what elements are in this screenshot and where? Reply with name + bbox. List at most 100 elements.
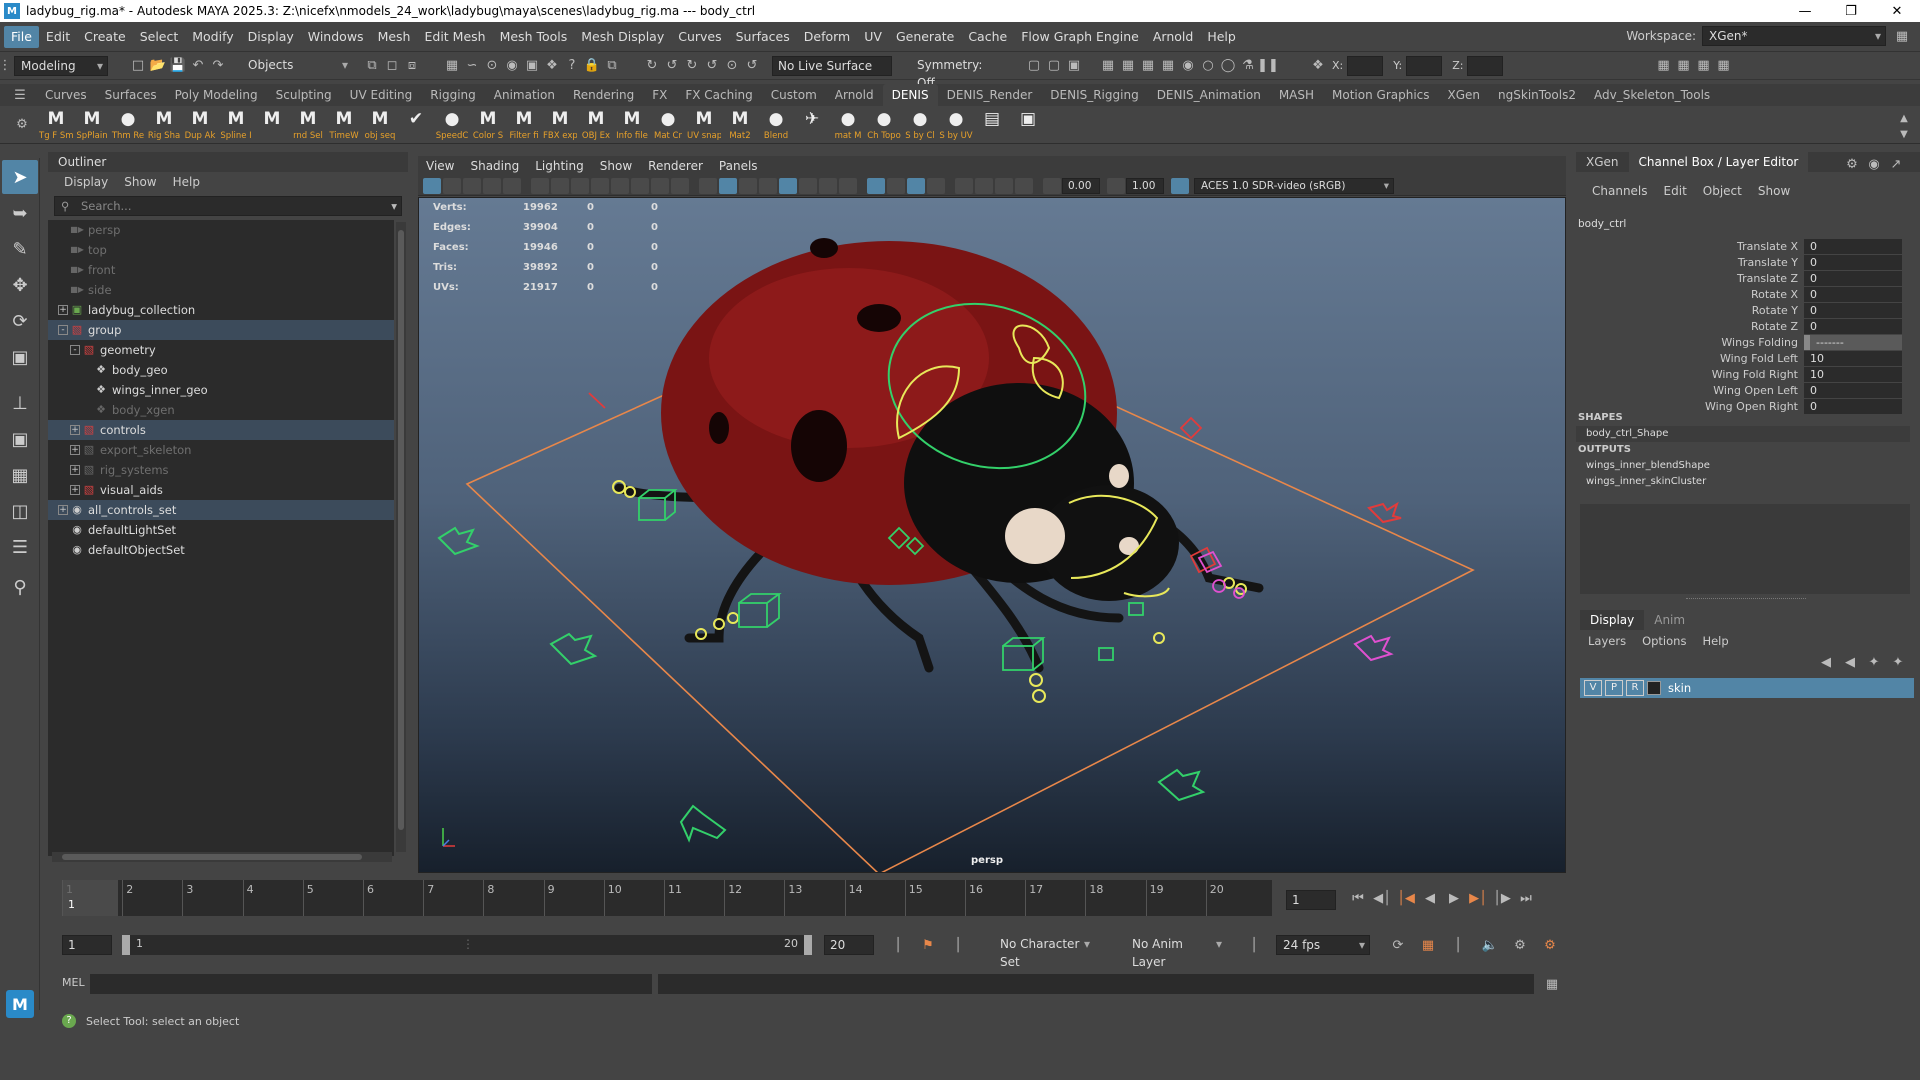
snap-surface-icon[interactable]: ▣ bbox=[522, 56, 542, 76]
command-input[interactable] bbox=[90, 974, 652, 994]
panel-toggle-icon[interactable]: ▦ bbox=[1892, 26, 1912, 46]
shelf-button[interactable]: M Color S bbox=[471, 109, 505, 141]
shelf-button[interactable]: ✔ bbox=[399, 109, 433, 141]
layer-menu-help[interactable]: Help bbox=[1694, 634, 1736, 648]
snap-curve-icon[interactable]: ∽ bbox=[462, 56, 482, 76]
outliner-item[interactable]: + ▧ export_skeleton bbox=[48, 440, 394, 460]
outliner-item[interactable]: ❖ body_xgen bbox=[48, 400, 394, 420]
field-chart-icon[interactable] bbox=[631, 177, 649, 194]
shelf-button[interactable]: ● S by UV bbox=[939, 109, 973, 141]
outliner-item[interactable]: + ▧ controls bbox=[48, 420, 394, 440]
gamma-icon[interactable] bbox=[1107, 177, 1125, 194]
outliner-vertical-scrollbar[interactable] bbox=[396, 222, 406, 852]
move-layer-down-icon[interactable]: ◀ bbox=[1840, 652, 1860, 672]
2d-pan-icon[interactable] bbox=[503, 177, 521, 194]
step-forward-key-icon[interactable]: ▶│ bbox=[1468, 888, 1488, 908]
shelf-settings-icon[interactable]: ⚙ bbox=[12, 115, 32, 135]
expand-toggle-icon[interactable]: + bbox=[70, 425, 80, 435]
textured-icon[interactable] bbox=[759, 177, 777, 194]
ipr-icon[interactable]: ▣ bbox=[1064, 56, 1084, 76]
fps-dropdown[interactable]: 24 fps bbox=[1276, 935, 1370, 955]
select-object-icon[interactable]: ◻ bbox=[382, 56, 402, 76]
menu-windows[interactable]: Windows bbox=[301, 26, 371, 48]
viewport-menu-panels[interactable]: Panels bbox=[711, 156, 766, 176]
channel-attribute[interactable]: Rotate Z 0 bbox=[1576, 318, 1916, 334]
show-tool-settings-icon[interactable]: ▦ bbox=[1118, 56, 1138, 76]
shelf-tab-uv-editing[interactable]: UV Editing bbox=[341, 84, 422, 106]
outliner-item[interactable]: ■▶ top bbox=[48, 240, 394, 260]
channel-attribute[interactable]: Wing Open Left 0 bbox=[1576, 382, 1916, 398]
shelf-tab-animation[interactable]: Animation bbox=[485, 84, 564, 106]
outliner-item[interactable]: + ◉ all_controls_set bbox=[48, 500, 394, 520]
safe-action-icon[interactable] bbox=[651, 177, 669, 194]
ambient-occlusion-icon[interactable] bbox=[819, 177, 837, 194]
time-ruler[interactable]: 12345678910111213141516171819201 bbox=[62, 880, 1272, 916]
attribute-editor-icon[interactable]: ▦ bbox=[1673, 56, 1693, 76]
step-forward-frame-icon[interactable]: │▶ bbox=[1492, 888, 1512, 908]
viewport-menu-shading[interactable]: Shading bbox=[462, 156, 527, 176]
render-frame-icon[interactable]: ▢ bbox=[1044, 56, 1064, 76]
shelf-tab-denis[interactable]: DENIS bbox=[882, 84, 938, 106]
channel-attribute-value[interactable]: 0 bbox=[1804, 398, 1902, 414]
sound-icon[interactable]: 🔈 bbox=[1480, 935, 1500, 955]
outliner-item[interactable]: - ▧ geometry bbox=[48, 340, 394, 360]
shelf-tab-rigging[interactable]: Rigging bbox=[421, 84, 484, 106]
color-management-icon[interactable] bbox=[1171, 177, 1189, 194]
undo-icon[interactable]: ↶ bbox=[188, 56, 208, 76]
shelf-tab-adv-skeleton-tools[interactable]: Adv_Skeleton_Tools bbox=[1585, 84, 1719, 106]
shelf-button[interactable]: ● mat M bbox=[831, 109, 865, 141]
float-panel-icon[interactable]: ↗ bbox=[1886, 154, 1906, 174]
menu-mesh-display[interactable]: Mesh Display bbox=[574, 26, 671, 48]
last-tool-icon[interactable]: ⊥ bbox=[2, 386, 38, 420]
channel-attribute-value[interactable]: 0 bbox=[1804, 302, 1902, 318]
menu-generate[interactable]: Generate bbox=[889, 26, 961, 48]
select-camera-icon[interactable] bbox=[955, 177, 973, 194]
animation-prefs-icon[interactable]: ⚙ bbox=[1510, 935, 1530, 955]
display-layer-row[interactable]: V P Rskin bbox=[1580, 678, 1914, 698]
xray-joints-icon[interactable] bbox=[887, 177, 905, 194]
range-end-field[interactable]: 20 bbox=[824, 935, 874, 955]
channel-attribute-value[interactable]: 10 bbox=[1804, 366, 1902, 382]
outliner-item[interactable]: ❖ body_geo bbox=[48, 360, 394, 380]
channel-attribute[interactable]: Wing Open Right 0 bbox=[1576, 398, 1916, 414]
select-tool-icon[interactable]: ➤ bbox=[2, 160, 38, 194]
bookmark-icon[interactable] bbox=[463, 177, 481, 194]
shelf-button[interactable]: Mrnd Sel bbox=[291, 109, 325, 141]
maximize-icon[interactable]: ❐ bbox=[1828, 0, 1874, 22]
motion-blur-icon[interactable] bbox=[839, 177, 857, 194]
shelf-tab-sculpting[interactable]: Sculpting bbox=[267, 84, 341, 106]
cb-tab-0[interactable]: XGen bbox=[1576, 152, 1629, 172]
shelf-button[interactable]: ● S by Cl bbox=[903, 109, 937, 141]
shelf-button[interactable]: M OBJ Ex bbox=[579, 109, 613, 141]
loop-icon[interactable]: ⟳ bbox=[1388, 935, 1408, 955]
snap-point-icon[interactable]: ⊙ bbox=[482, 56, 502, 76]
shelf-tab-surfaces[interactable]: Surfaces bbox=[96, 84, 166, 106]
menu-curves[interactable]: Curves bbox=[671, 26, 728, 48]
paint-select-icon[interactable]: ✎ bbox=[2, 232, 38, 266]
sidebar-icon[interactable]: ▦ bbox=[1653, 56, 1673, 76]
exposure-field[interactable]: 0.00 bbox=[1062, 177, 1100, 194]
shelf-button[interactable]: ● SpeedC bbox=[435, 109, 469, 141]
layout-two-icon[interactable]: ◫ bbox=[2, 494, 38, 528]
shelf-tab-poly-modeling[interactable]: Poly Modeling bbox=[166, 84, 267, 106]
symmetry-dropdown[interactable]: Symmetry: Off bbox=[912, 55, 1004, 90]
outliner-item[interactable]: + ▧ rig_systems bbox=[48, 460, 394, 480]
channel-attribute-value[interactable]: 0 bbox=[1804, 286, 1902, 302]
go-to-end-icon[interactable]: ⏭ bbox=[1516, 888, 1536, 908]
open-scene-icon[interactable]: 📂 bbox=[148, 56, 168, 76]
viewport-menu-renderer[interactable]: Renderer bbox=[640, 156, 711, 176]
show-channel-box-icon[interactable]: ▦ bbox=[1138, 56, 1158, 76]
shelf-button[interactable]: M UV snap bbox=[687, 109, 721, 141]
shelf-tab-fx[interactable]: FX bbox=[643, 84, 676, 106]
move-layer-up-icon[interactable]: ◀ bbox=[1816, 652, 1836, 672]
menu-arnold[interactable]: Arnold bbox=[1146, 26, 1200, 48]
channel-box-icon[interactable]: ▦ bbox=[1713, 56, 1733, 76]
outliner-item[interactable]: ◉ defaultLightSet bbox=[48, 520, 394, 540]
viewport-menu-show[interactable]: Show bbox=[592, 156, 640, 176]
menu-mesh-tools[interactable]: Mesh Tools bbox=[493, 26, 575, 48]
channel-attribute-value[interactable]: 10 bbox=[1804, 350, 1902, 366]
cb-tab-1[interactable]: Channel Box / Layer Editor bbox=[1628, 152, 1809, 172]
channel-attribute[interactable]: Rotate Y 0 bbox=[1576, 302, 1916, 318]
workspace-dropdown[interactable]: XGen* bbox=[1702, 26, 1886, 46]
outliner-item[interactable]: ◉ defaultObjectSet bbox=[48, 540, 394, 560]
